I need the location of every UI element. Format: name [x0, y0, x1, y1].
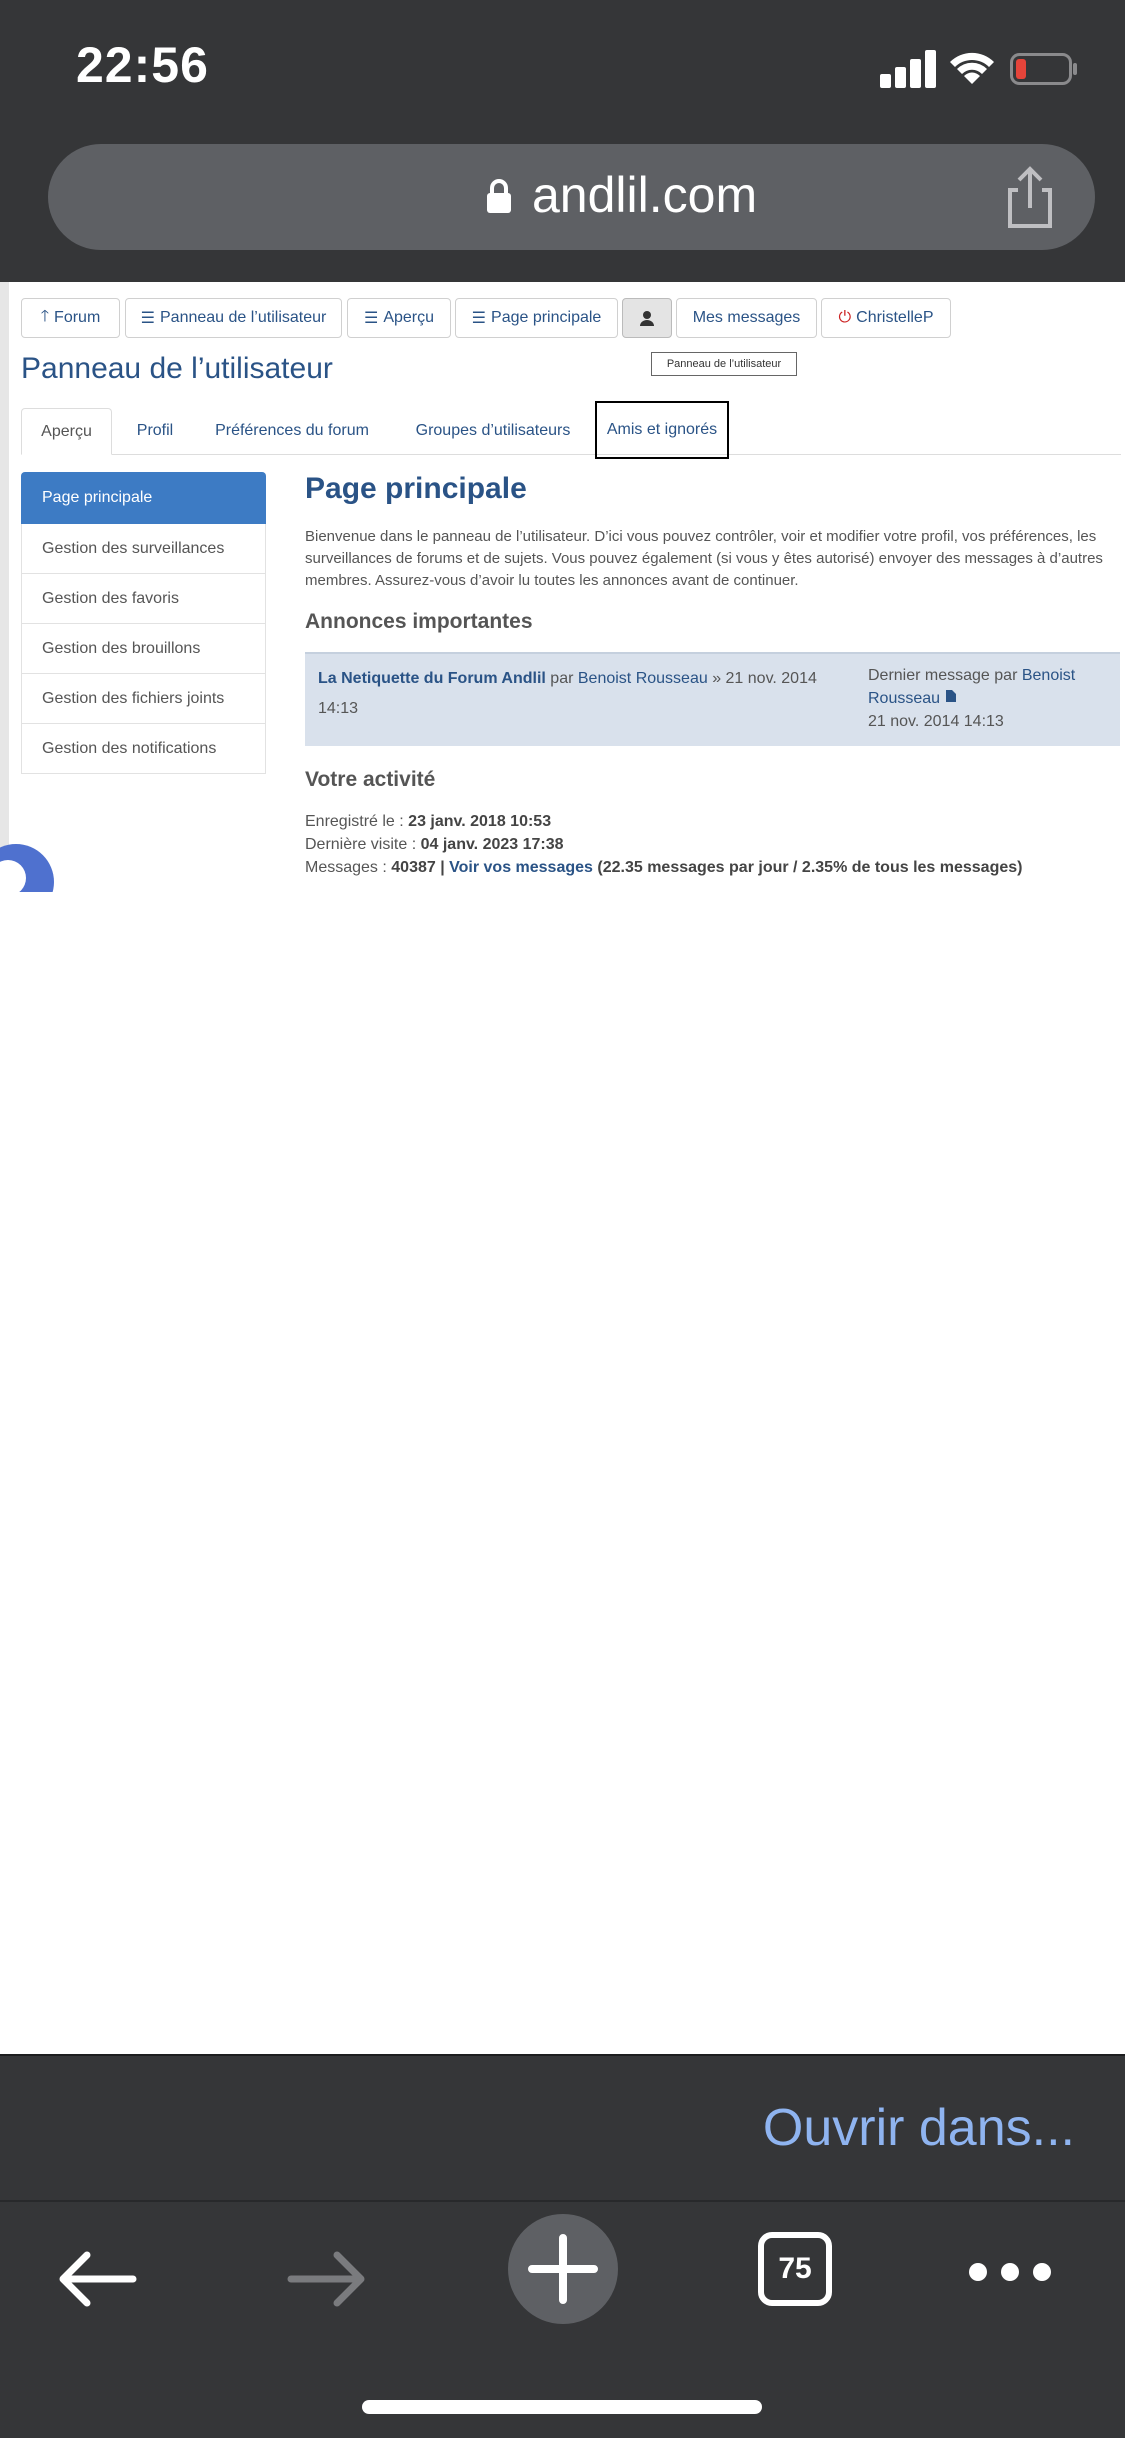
main-content: Page principale Bienvenue dans le pannea…: [305, 472, 1120, 876]
nav-messages-button[interactable]: Mes messages: [676, 298, 817, 338]
list-icon: ☰: [471, 310, 487, 327]
home-indicator: [362, 2400, 762, 2414]
forward-button[interactable]: [282, 2244, 372, 2314]
file-icon[interactable]: [945, 689, 957, 703]
nav-forum-button[interactable]: 🡑 Forum: [21, 298, 120, 338]
new-tab-button[interactable]: [508, 2214, 618, 2324]
nav-logout-user-button[interactable]: ⏻ ChristelleP: [821, 298, 951, 338]
status-bar: 22:56: [0, 0, 1125, 140]
page-left-edge: [0, 282, 9, 892]
nav-user-icon-button[interactable]: [622, 298, 672, 338]
page-title: Page principale: [305, 472, 527, 505]
nav-apercu-button[interactable]: ☰ Aperçu: [347, 298, 451, 338]
side-item-notifications[interactable]: Gestion des notifications: [21, 724, 266, 774]
tab-preferences[interactable]: Préférences du forum: [201, 408, 383, 454]
list-icon: ☰: [140, 310, 155, 327]
lock-icon: [487, 179, 511, 213]
clock: 22:56: [76, 37, 209, 93]
mask: [0, 892, 80, 952]
power-icon: ⏻: [838, 309, 852, 326]
back-button[interactable]: [52, 2244, 142, 2314]
tooltip: Panneau de l’utilisateur: [651, 352, 797, 376]
tab-groupes[interactable]: Groupes d’utilisateurs: [393, 408, 593, 454]
intro-text: Bienvenue dans le panneau de l’utilisate…: [305, 528, 1103, 589]
battery-low-icon: [1010, 53, 1077, 85]
more-dots-icon: [969, 2263, 1051, 2281]
last-visit-line: Dernière visite : 04 janv. 2023 17:38: [305, 836, 564, 853]
nav-panel-button[interactable]: ☰ Panneau de l’utilisateur: [125, 298, 342, 338]
cellular-signal-icon: [880, 50, 936, 88]
more-menu-button[interactable]: [960, 2242, 1060, 2302]
arrow-left-icon: [59, 2251, 137, 2307]
nav-page-principale-button[interactable]: ☰ Page principale: [455, 298, 618, 338]
side-item-favoris[interactable]: Gestion des favoris: [21, 574, 266, 624]
user-icon: [640, 311, 654, 326]
arrow-right-icon: [287, 2251, 365, 2307]
announcements-heading: Annonces importantes: [305, 610, 533, 633]
open-in-button[interactable]: Ouvrir dans...: [763, 2098, 1075, 2158]
side-item-fichiers-joints[interactable]: Gestion des fichiers joints: [21, 674, 266, 724]
arrow-up-icon: 🡑: [40, 307, 50, 325]
announcement-info: La Netiquette du Forum Andlil par Benois…: [318, 670, 817, 717]
registered-line: Enregistré le : 23 janv. 2018 10:53: [305, 813, 552, 830]
side-item-brouillons[interactable]: Gestion des brouillons: [21, 624, 266, 674]
tab-amis-ignores[interactable]: Amis et ignorés: [595, 401, 729, 459]
panel-title: Panneau de l’utilisateur: [21, 352, 333, 385]
tab-profil[interactable]: Profil: [119, 408, 191, 454]
list-icon: ☰: [363, 310, 379, 327]
tab-bar: Aperçu Profil Préférences du forum Group…: [21, 401, 1121, 459]
announcement-author-link[interactable]: Benoist Rousseau: [578, 670, 708, 687]
plus-icon: [528, 2234, 598, 2304]
announcement-title-link[interactable]: La Netiquette du Forum Andlil: [318, 670, 546, 687]
announcement-row: La Netiquette du Forum Andlil par Benois…: [305, 652, 1120, 746]
side-menu: Page principale Gestion des surveillance…: [21, 472, 266, 774]
url-bar[interactable]: andlil.com: [48, 144, 1095, 250]
activity-heading: Votre activité: [305, 768, 436, 791]
tabs-count-button[interactable]: 75: [758, 2232, 832, 2306]
announcement-last-post: Dernier message par Benoist Rousseau 21 …: [868, 667, 1076, 730]
tab-apercu[interactable]: Aperçu: [21, 408, 112, 455]
view-messages-link[interactable]: Voir vos messages: [449, 859, 593, 876]
activity-info: Enregistré le : 23 janv. 2018 10:53 Dern…: [305, 810, 1022, 879]
wifi-icon: [950, 52, 994, 84]
share-icon[interactable]: [1000, 166, 1060, 230]
open-in-bar: Ouvrir dans...: [0, 2054, 1125, 2202]
web-page: 🡑 Forum ☰ Panneau de l’utilisateur ☰ Aperçu…: [0, 282, 1125, 2054]
side-item-page-principale[interactable]: Page principale: [21, 472, 266, 524]
browser-url-area: andlil.com: [0, 140, 1125, 282]
url-text: andlil.com: [532, 167, 758, 223]
messages-line: Messages : 40387 | Voir vos messages (22…: [305, 859, 1023, 876]
side-item-surveillances[interactable]: Gestion des surveillances: [21, 524, 266, 574]
last-post-date: 21 nov. 2014 14:13: [868, 713, 1004, 730]
